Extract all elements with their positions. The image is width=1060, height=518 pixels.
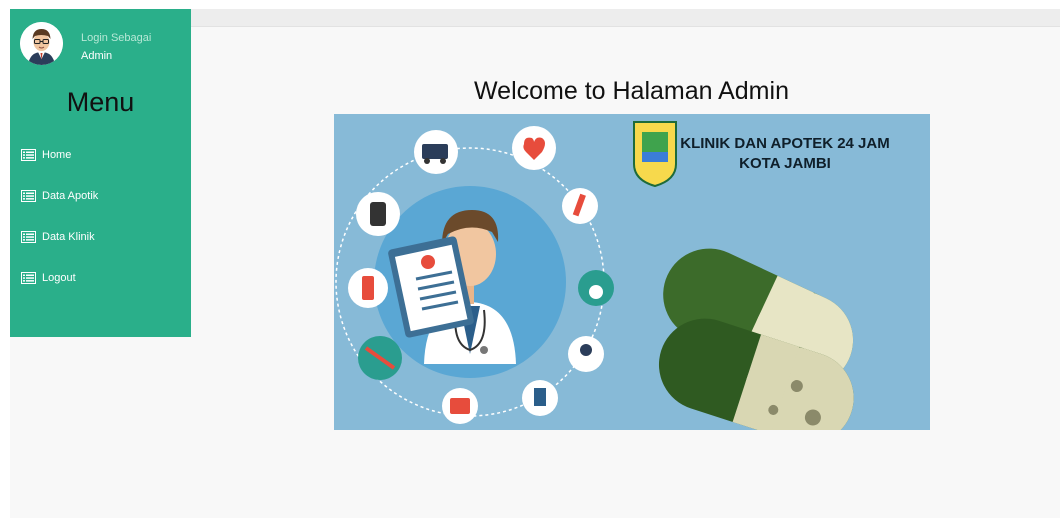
list-icon <box>21 271 36 284</box>
sidebar-item-logout[interactable]: Logout <box>10 257 191 298</box>
login-as-label: Login Sebagai <box>81 32 152 44</box>
sidebar: Login Sebagai Admin Menu Home Data Apoti… <box>10 9 191 337</box>
page-background: Login Sebagai Admin Menu Home Data Apoti… <box>10 9 1060 518</box>
sidebar-nav: Home Data Apotik Data Klinik Logout <box>10 134 191 298</box>
banner-image: KLINIK DAN APOTEK 24 JAM KOTA JAMBI <box>334 114 930 430</box>
sidebar-item-label: Data Apotik <box>42 189 99 202</box>
banner-title-line2: KOTA JAMBI <box>739 155 831 172</box>
login-username: Admin <box>81 50 113 62</box>
sidebar-item-label: Home <box>42 148 72 161</box>
banner-title-line1: KLINIK DAN APOTEK 24 JAM <box>680 135 890 152</box>
sidebar-item-data-klinik[interactable]: Data Klinik <box>10 216 191 257</box>
sidebar-item-label: Logout <box>42 271 76 284</box>
menu-title: Menu <box>66 87 135 117</box>
list-icon <box>21 230 36 243</box>
avatar <box>20 22 63 65</box>
sidebar-item-data-apotik[interactable]: Data Apotik <box>10 175 191 216</box>
list-icon <box>21 148 36 161</box>
list-icon <box>21 189 36 202</box>
sidebar-item-label: Data Klinik <box>42 230 95 243</box>
page-title: Welcome to Halaman Admin <box>474 77 789 105</box>
banner-title: KLINIK DAN APOTEK 24 JAM KOTA JAMBI <box>680 134 890 174</box>
avatar-illustration <box>20 22 63 65</box>
sidebar-item-home[interactable]: Home <box>10 134 191 175</box>
